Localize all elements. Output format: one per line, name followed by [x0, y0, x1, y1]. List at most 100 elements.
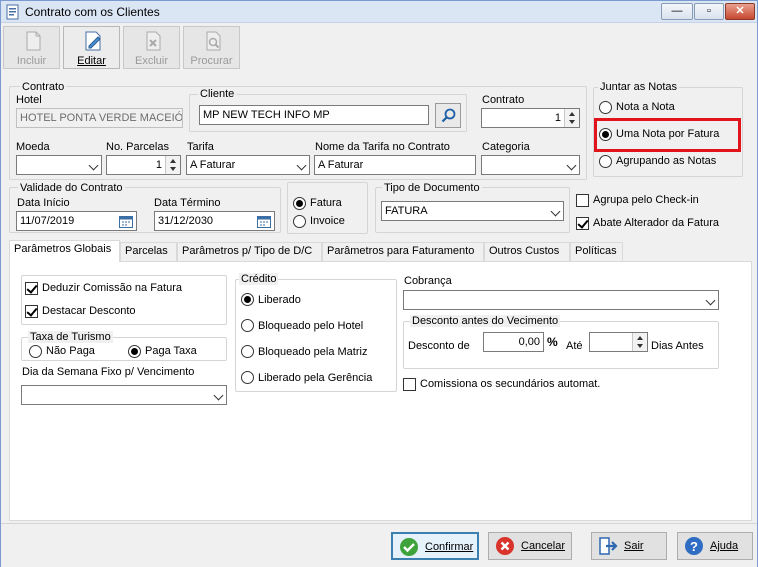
contrato-spin[interactable]: [564, 109, 579, 127]
invoice-label: Invoice: [310, 215, 345, 227]
desconto-title: Desconto antes do Vecimento: [410, 315, 561, 327]
chevron-down-icon: [88, 160, 99, 171]
data-termino-field[interactable]: 31/12/2030: [154, 211, 275, 231]
desconto-field[interactable]: 0,00: [483, 332, 544, 352]
chevron-down-icon: [566, 160, 577, 171]
paga-taxa-radio[interactable]: [128, 345, 141, 358]
tab-parametros-tipo-dc[interactable]: Parâmetros p/ Tipo de D/C: [177, 242, 322, 261]
agrupando-notas-radio[interactable]: [599, 155, 612, 168]
bottom-bar: Confirmar Cancelar Sair ? Ajuda: [1, 523, 757, 567]
moeda-label: Moeda: [16, 141, 50, 153]
minimize-button[interactable]: —: [661, 3, 693, 20]
data-inicio-field[interactable]: 11/07/2019: [16, 211, 137, 231]
minimize-icon: —: [671, 5, 683, 17]
bloqueado-matriz-radio[interactable]: [241, 345, 254, 358]
tarifa-select[interactable]: A Faturar: [186, 155, 310, 175]
dias-antes-label: Dias Antes: [651, 340, 704, 352]
desconto-de-label: Desconto de: [408, 340, 470, 352]
tab-outros-custos[interactable]: Outros Custos: [484, 242, 570, 261]
deduzir-comissao-label: Deduzir Comissão na Fatura: [42, 282, 183, 294]
svg-text:?: ?: [690, 539, 698, 554]
cancelar-label: Cancelar: [521, 540, 566, 552]
tarifa-value: A Faturar: [190, 159, 236, 171]
data-termino-value: 31/12/2030: [158, 215, 214, 227]
editar-label: Editar: [77, 55, 106, 67]
sair-button[interactable]: Sair: [591, 532, 667, 560]
taxa-turismo-title: Taxa de Turismo: [28, 331, 113, 343]
data-inicio-value: 11/07/2019: [20, 215, 75, 227]
data-termino-label: Data Término: [154, 197, 221, 209]
highlight-box: [594, 118, 741, 152]
cliente-field[interactable]: MP NEW TECH INFO MP: [199, 105, 429, 125]
liberado-label: Liberado: [258, 294, 301, 306]
nao-paga-radio[interactable]: [29, 345, 42, 358]
check-circle-icon: [400, 538, 418, 556]
categoria-select[interactable]: [481, 155, 580, 175]
validade-group-title: Validade do Contrato: [18, 182, 125, 194]
bloqueado-matriz-label: Bloqueado pela Matriz: [258, 346, 368, 358]
juntar-group-title: Juntar as Notas: [598, 81, 680, 93]
tipo-documento-value: FATURA: [385, 205, 428, 217]
deduzir-comissao-checkbox[interactable]: [25, 282, 38, 295]
maximize-icon: ▫: [707, 5, 711, 17]
liberado-radio[interactable]: [241, 293, 254, 306]
comissiona-checkbox[interactable]: [403, 378, 416, 391]
ajuda-button[interactable]: ? Ajuda: [677, 532, 753, 560]
calendar-icon[interactable]: [257, 215, 271, 228]
procurar-button[interactable]: Procurar: [183, 26, 240, 69]
fatura-label: Fatura: [310, 197, 342, 209]
parcelas-spin[interactable]: [165, 156, 180, 174]
tab-politicas[interactable]: Políticas: [570, 242, 623, 261]
incluir-button[interactable]: Incluir: [3, 26, 60, 69]
app-icon: [6, 4, 19, 20]
maximize-button[interactable]: ▫: [694, 3, 724, 20]
liberado-gerencia-label: Liberado pela Gerência: [258, 372, 373, 384]
liberado-gerencia-radio[interactable]: [241, 371, 254, 384]
cobranca-select[interactable]: [403, 290, 719, 310]
bloqueado-hotel-radio[interactable]: [241, 319, 254, 332]
excluir-label: Excluir: [134, 55, 168, 67]
close-button[interactable]: ✕: [725, 3, 755, 20]
credito-title: Crédito: [239, 273, 279, 285]
excluir-button[interactable]: Excluir: [123, 26, 180, 69]
parcelas-value: 1: [155, 159, 162, 171]
title-bar: Contrato com os Clientes — ▫ ✕: [1, 1, 757, 23]
dias-stepper[interactable]: [589, 332, 648, 352]
tab-parametros-faturamento[interactable]: Parâmetros para Faturamento: [322, 242, 484, 261]
close-icon: ✕: [735, 5, 745, 17]
confirmar-button[interactable]: Confirmar: [391, 532, 479, 560]
cliente-search-button[interactable]: [435, 103, 461, 128]
contrato-value: 1: [554, 112, 561, 124]
window-title: Contrato com os Clientes: [25, 5, 160, 19]
nome-tarifa-label: Nome da Tarifa no Contrato: [315, 141, 450, 153]
destacar-desconto-checkbox[interactable]: [25, 305, 38, 318]
ajuda-label: Ajuda: [710, 540, 739, 552]
comissiona-label: Comissiona os secundários automat.: [420, 378, 601, 390]
dia-semana-label: Dia da Semana Fixo p/ Vencimento: [22, 366, 195, 378]
chevron-down-icon: [296, 160, 307, 171]
categoria-label: Categoria: [482, 141, 530, 153]
calendar-icon[interactable]: [119, 215, 133, 228]
moeda-select[interactable]: [16, 155, 102, 175]
agrupa-checkin-checkbox[interactable]: [576, 194, 589, 207]
abate-alterador-checkbox[interactable]: [576, 217, 589, 230]
percent-label: %: [547, 335, 558, 349]
tab-parametros-globais[interactable]: Parâmetros Globais: [9, 240, 120, 262]
nome-tarifa-field[interactable]: A Faturar: [314, 155, 476, 175]
contrato-stepper[interactable]: 1: [481, 108, 580, 128]
editar-button[interactable]: Editar: [63, 26, 120, 69]
tab-parcelas[interactable]: Parcelas: [120, 242, 177, 261]
dia-semana-select[interactable]: [21, 385, 227, 405]
nota-a-nota-radio[interactable]: [599, 101, 612, 114]
procurar-label: Procurar: [190, 55, 233, 67]
invoice-radio[interactable]: [293, 215, 306, 228]
tipo-documento-select[interactable]: FATURA: [381, 201, 564, 221]
confirmar-label: Confirmar: [425, 541, 474, 553]
dias-spin[interactable]: [632, 333, 647, 351]
edit-icon: [85, 31, 101, 51]
sair-label: Sair: [624, 540, 644, 552]
fatura-radio[interactable]: [293, 197, 306, 210]
paga-taxa-label: Paga Taxa: [145, 345, 197, 357]
cancelar-button[interactable]: Cancelar: [488, 532, 572, 560]
parcelas-stepper[interactable]: 1: [106, 155, 181, 175]
